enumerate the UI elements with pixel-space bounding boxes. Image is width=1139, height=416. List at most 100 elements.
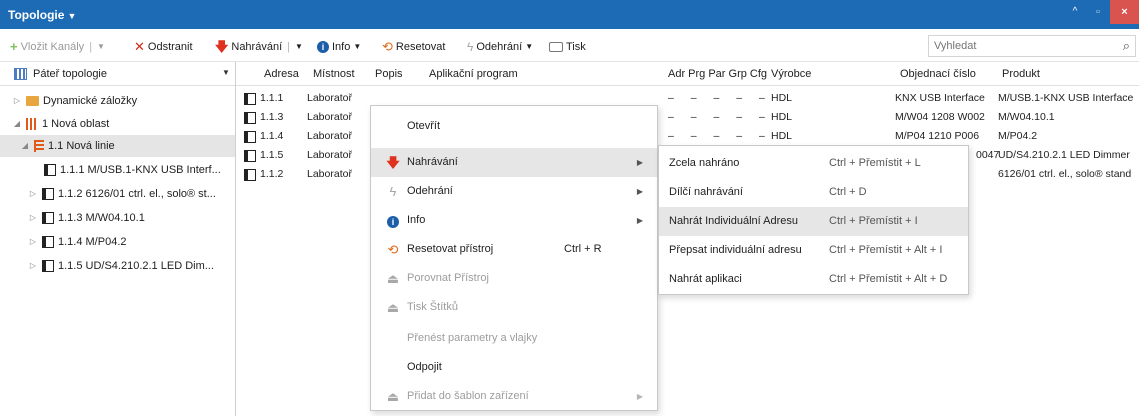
expand-arrow-icon[interactable]: ▷ [28, 231, 38, 253]
add-channels-label: Vložit Kanály [20, 41, 85, 53]
collapse-arrow-icon[interactable]: ◢ [12, 113, 22, 135]
menu-item-label: Přidat do šablon zařízení [407, 390, 529, 402]
cell-product: 6126/01 ctrl. el., solo® stand [998, 168, 1132, 180]
cell-address: 1.1.4 [260, 130, 284, 142]
search-icon[interactable]: ⌕ [1123, 38, 1130, 54]
plus-icon: + [10, 39, 18, 54]
menu-item-reset-device[interactable]: ⟲ Resetovat přístroj Ctrl + R [371, 235, 657, 264]
menu-item-open[interactable]: Otevřít [371, 112, 657, 141]
col-product[interactable]: Produkt [1002, 68, 1040, 80]
search-input[interactable] [929, 36, 1099, 56]
tree-item-label: 1.1.5 UD/S4.210.2.1 LED Dim... [58, 260, 214, 272]
tree-item-line[interactable]: ◢ 1.1 Nová linie [0, 135, 235, 157]
collapse-arrow-icon[interactable]: ◢ [20, 135, 30, 157]
expand-arrow-icon[interactable]: ▷ [12, 90, 22, 112]
menu-item-download[interactable]: 🡇 Nahrávání ▶ [371, 148, 657, 177]
tree-item-device-1-1-1[interactable]: 1.1.1 M/USB.1-KNX USB Interf... [0, 159, 235, 181]
submenu-item-overwrite-individual-address[interactable]: Přepsat individuální adresu Ctrl + Přemí… [659, 236, 968, 265]
col-manufacturer[interactable]: Výrobce [771, 68, 811, 80]
chevron-down-icon: ▼ [97, 42, 105, 51]
cell-address: 1.1.2 [260, 168, 284, 180]
cell-room: Laboratoř [307, 149, 352, 161]
cell-address: 1.1.1 [260, 92, 284, 104]
submenu-item-shortcut: Ctrl + Přemístit + Alt + D [829, 273, 948, 285]
submenu-item-label: Nahrát Individuální Adresu [669, 215, 799, 227]
expand-arrow-icon[interactable]: ▷ [28, 255, 38, 277]
reset-icon: ⟲ [382, 39, 393, 54]
remove-button[interactable]: ✕ Odstranit [134, 39, 193, 55]
cell-manufacturer: HDL [771, 92, 793, 104]
tree-item-area[interactable]: ◢ 1 Nová oblast [0, 113, 235, 135]
area-icon [26, 118, 38, 130]
col-room[interactable]: Místnost [313, 68, 355, 80]
col-order-number[interactable]: Objednací číslo [900, 68, 976, 80]
toolbar: + Vložit Kanály | ▼ ✕ Odstranit 🡇 Nahráv… [0, 29, 1139, 62]
tree-header-label: Páteř topologie [33, 67, 107, 80]
menu-item-print-labels: ⏏ Tisk Štítků [371, 293, 657, 322]
print-button[interactable]: Tisk [549, 39, 586, 55]
tree-item-device-1-1-3[interactable]: ▷ 1.1.3 M/W04.10.1 [0, 207, 235, 229]
tree-item-dynamic-folders[interactable]: ▷ Dynamické záložky [0, 90, 235, 112]
menu-item-label: Otevřít [407, 120, 441, 132]
submenu-item-label: Přepsat individuální adresu [669, 244, 802, 256]
cell-address: 1.1.3 [260, 111, 284, 123]
menu-item-label: Resetovat přístroj [407, 243, 494, 255]
submenu-item-download-individual-address[interactable]: Nahrát Individuální Adresu Ctrl + Přemís… [659, 207, 968, 236]
submenu-arrow-icon: ▶ [636, 158, 643, 167]
context-menu: Otevřít 🡇 Nahrávání ▶ ϟ Odehrání ▶ i Inf… [370, 105, 658, 411]
cell-order: KNX USB Interface [895, 92, 985, 104]
reset-button[interactable]: ⟲ Resetovat [382, 39, 445, 55]
submenu-item-download-application[interactable]: Nahrát aplikaci Ctrl + Přemístit + Alt +… [659, 265, 968, 294]
window-title-dropdown[interactable]: Topologie ▼ [8, 8, 76, 22]
col-description[interactable]: Popis [375, 68, 403, 80]
menu-item-info[interactable]: i Info ▶ [371, 206, 657, 235]
printer-icon [549, 42, 563, 52]
device-icon [244, 169, 256, 181]
device-icon [42, 260, 54, 272]
cell-order: M/P04 1210 P006 [895, 130, 980, 142]
info-button[interactable]: i Info ▼ [317, 39, 361, 55]
tree-item-device-1-1-4[interactable]: ▷ 1.1.4 M/P04.2 [0, 231, 235, 253]
tree-item-device-1-1-5[interactable]: ▷ 1.1.5 UD/S4.210.2.1 LED Dim... [0, 255, 235, 277]
chevron-down-icon: ▼ [222, 68, 230, 77]
delete-x-icon: ✕ [134, 39, 145, 54]
menu-item-shortcut: Ctrl + R [564, 243, 602, 255]
device-icon [244, 150, 256, 162]
device-icon [42, 236, 54, 248]
tree-item-device-1-1-2[interactable]: ▷ 1.1.2 6126/01 ctrl. el., solo® st... [0, 183, 235, 205]
cell-room: Laboratoř [307, 130, 352, 142]
expand-arrow-icon[interactable]: ▷ [28, 183, 38, 205]
cell-product: UD/S4.210.2.1 LED Dimmer [998, 149, 1130, 161]
add-channels-button[interactable]: + Vložit Kanály | ▼ [10, 39, 105, 55]
submenu-item-full-download[interactable]: Zcela nahráno Ctrl + Přemístit + L [659, 149, 968, 178]
submenu-item-shortcut: Ctrl + D [829, 186, 867, 198]
col-application[interactable]: Aplikační program [429, 68, 518, 80]
close-button[interactable]: × [1110, 0, 1139, 24]
download-arrow-icon: 🡇 [386, 155, 400, 170]
info-icon: i [384, 206, 402, 235]
download-submenu: Zcela nahráno Ctrl + Přemístit + L Dílčí… [658, 145, 969, 295]
download-button[interactable]: 🡇 Nahrávání | ▼ [215, 39, 303, 55]
col-address[interactable]: Adresa [264, 68, 299, 80]
lock-icon: ⏏ [386, 389, 400, 404]
device-icon [42, 212, 54, 224]
unload-icon: ϟ [467, 40, 474, 54]
unload-label: Odehrání [476, 41, 523, 53]
tree-item-label: 1.1 Nová linie [48, 140, 115, 152]
collapse-button[interactable]: ^ [1063, 0, 1087, 24]
topology-icon [14, 67, 27, 80]
cell-room: Laboratoř [307, 92, 352, 104]
cell-manufacturer: HDL [771, 130, 793, 142]
cell-order: 0047 [976, 149, 1000, 161]
tree-header-dropdown[interactable]: Páteř topologie ▼ [0, 62, 235, 86]
col-flags[interactable]: Adr Prg Par Grp Cfg [668, 68, 767, 80]
menu-item-unload[interactable]: ϟ Odehrání ▶ [371, 177, 657, 206]
restore-button[interactable]: ▫ [1087, 0, 1109, 24]
menu-item-disconnect[interactable]: Odpojit [371, 353, 657, 382]
submenu-item-partial-download[interactable]: Dílčí nahrávání Ctrl + D [659, 178, 968, 207]
unload-button[interactable]: ϟ Odehrání ▼ [467, 39, 533, 55]
chevron-down-icon: ▼ [353, 42, 362, 51]
search-box[interactable]: ⌕ [928, 35, 1136, 57]
download-label: Nahrávání [231, 41, 283, 53]
expand-arrow-icon[interactable]: ▷ [28, 207, 38, 229]
